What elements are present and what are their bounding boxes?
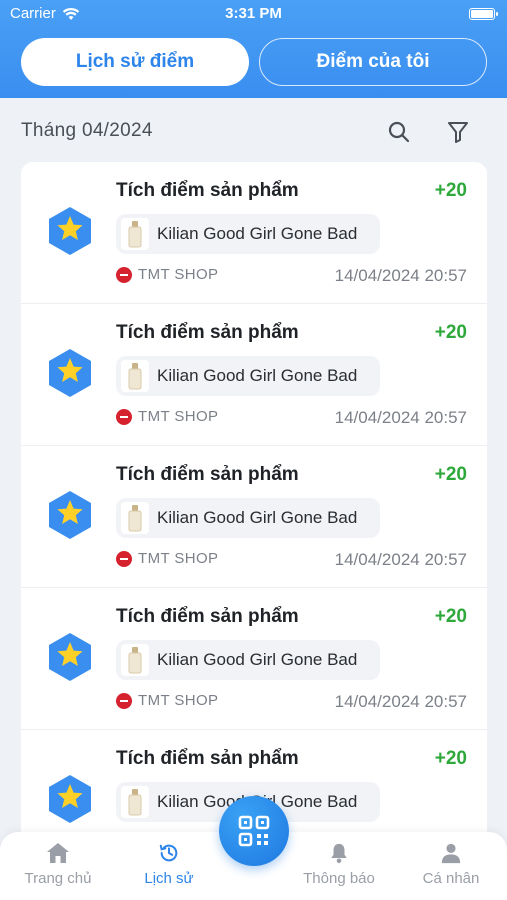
points-value: +20 — [434, 464, 467, 485]
shop-logo-icon — [116, 408, 132, 425]
product-thumbnail — [121, 644, 149, 676]
shop-name: TMT SHOP — [138, 692, 219, 709]
list-item[interactable]: Tích điểm sản phẩm +20 Kilian Good Girl Go… — [21, 162, 487, 304]
points-value: +20 — [434, 606, 467, 627]
user-icon — [441, 843, 461, 864]
nav-profile[interactable]: Cá nhân — [401, 842, 501, 887]
product-chip[interactable]: Kilian Good Girl Gone Bad — [116, 498, 380, 538]
shop-row: TMT SHOP — [116, 550, 218, 567]
search-icon[interactable] — [385, 118, 413, 146]
bell-icon — [331, 843, 347, 864]
clock: 3:31 PM — [225, 5, 282, 22]
month-title: Tháng 04/2024 — [21, 120, 153, 141]
star-badge-icon — [47, 348, 93, 398]
shop-name: TMT SHOP — [138, 266, 219, 283]
history-icon — [159, 844, 178, 862]
star-badge-icon — [47, 206, 93, 256]
transaction-date: 14/04/2024 20:57 — [334, 266, 467, 285]
points-value: +20 — [434, 322, 467, 343]
product-chip[interactable]: Kilian Good Girl Gone Bad — [116, 640, 380, 680]
status-bar: Carrier 3:31 PM — [0, 0, 507, 28]
shop-logo-icon — [116, 266, 132, 283]
product-chip[interactable]: Kilian Good Girl Gone Bad — [116, 356, 380, 396]
points-history-list: Tích điểm sản phẩm +20 Kilian Good Girl Go… — [21, 162, 487, 842]
product-thumbnail — [121, 218, 149, 250]
product-name: Kilian Good Girl Gone Bad — [157, 366, 358, 385]
nav-home-label: Trang chủ — [24, 870, 92, 887]
qr-scan-button[interactable] — [219, 796, 289, 866]
header: Carrier 3:31 PM Lịch sử điểm Điểm của tô… — [0, 0, 507, 98]
transaction-date: 14/04/2024 20:57 — [334, 692, 467, 711]
points-value: +20 — [434, 180, 467, 201]
product-name: Kilian Good Girl Gone Bad — [157, 650, 358, 669]
points-value: +20 — [434, 748, 467, 769]
star-badge-icon — [47, 490, 93, 540]
list-item[interactable]: Tích điểm sản phẩm +20 Kilian Good Girl Go… — [21, 304, 487, 446]
star-badge-icon — [47, 774, 93, 824]
home-icon — [47, 843, 69, 863]
transaction-date: 14/04/2024 20:57 — [334, 550, 467, 569]
nav-notifications-label: Thông báo — [303, 870, 375, 887]
shop-row: TMT SHOP — [116, 408, 218, 425]
product-thumbnail — [121, 360, 149, 392]
list-item[interactable]: Tích điểm sản phẩm +20 Kilian Good Girl Go… — [21, 446, 487, 588]
filter-icon[interactable] — [444, 118, 472, 146]
shop-name: TMT SHOP — [138, 408, 219, 425]
tab-my-points[interactable]: Điểm của tôi — [259, 38, 487, 86]
tab-points-history[interactable]: Lịch sử điểm — [21, 38, 249, 86]
shop-logo-icon — [116, 550, 132, 567]
battery-icon — [469, 8, 498, 20]
nav-profile-label: Cá nhân — [422, 870, 480, 887]
shop-logo-icon — [116, 692, 132, 709]
nav-history-label: Lịch sử — [144, 870, 194, 887]
list-item[interactable]: Tích điểm sản phẩm +20 Kilian Good Girl Go… — [21, 588, 487, 730]
nav-home[interactable]: Trang chủ — [8, 842, 108, 887]
transaction-date: 14/04/2024 20:57 — [334, 408, 467, 427]
product-name: Kilian Good Girl Gone Bad — [157, 508, 358, 527]
month-bar: Tháng 04/2024 — [0, 98, 507, 160]
shop-name: TMT SHOP — [138, 550, 219, 567]
shop-row: TMT SHOP — [116, 266, 218, 283]
qr-code-icon — [238, 815, 270, 847]
item-title: Tích điểm sản phẩm — [116, 606, 299, 627]
product-thumbnail — [121, 786, 149, 818]
nav-notifications[interactable]: Thông báo — [289, 842, 389, 887]
item-title: Tích điểm sản phẩm — [116, 748, 299, 769]
nav-history[interactable]: Lịch sử — [119, 842, 219, 887]
product-chip[interactable]: Kilian Good Girl Gone Bad — [116, 214, 380, 254]
item-title: Tích điểm sản phẩm — [116, 464, 299, 485]
item-title: Tích điểm sản phẩm — [116, 322, 299, 343]
shop-row: TMT SHOP — [116, 692, 218, 709]
product-thumbnail — [121, 502, 149, 534]
star-badge-icon — [47, 632, 93, 682]
item-title: Tích điểm sản phẩm — [116, 180, 299, 201]
product-name: Kilian Good Girl Gone Bad — [157, 224, 358, 243]
